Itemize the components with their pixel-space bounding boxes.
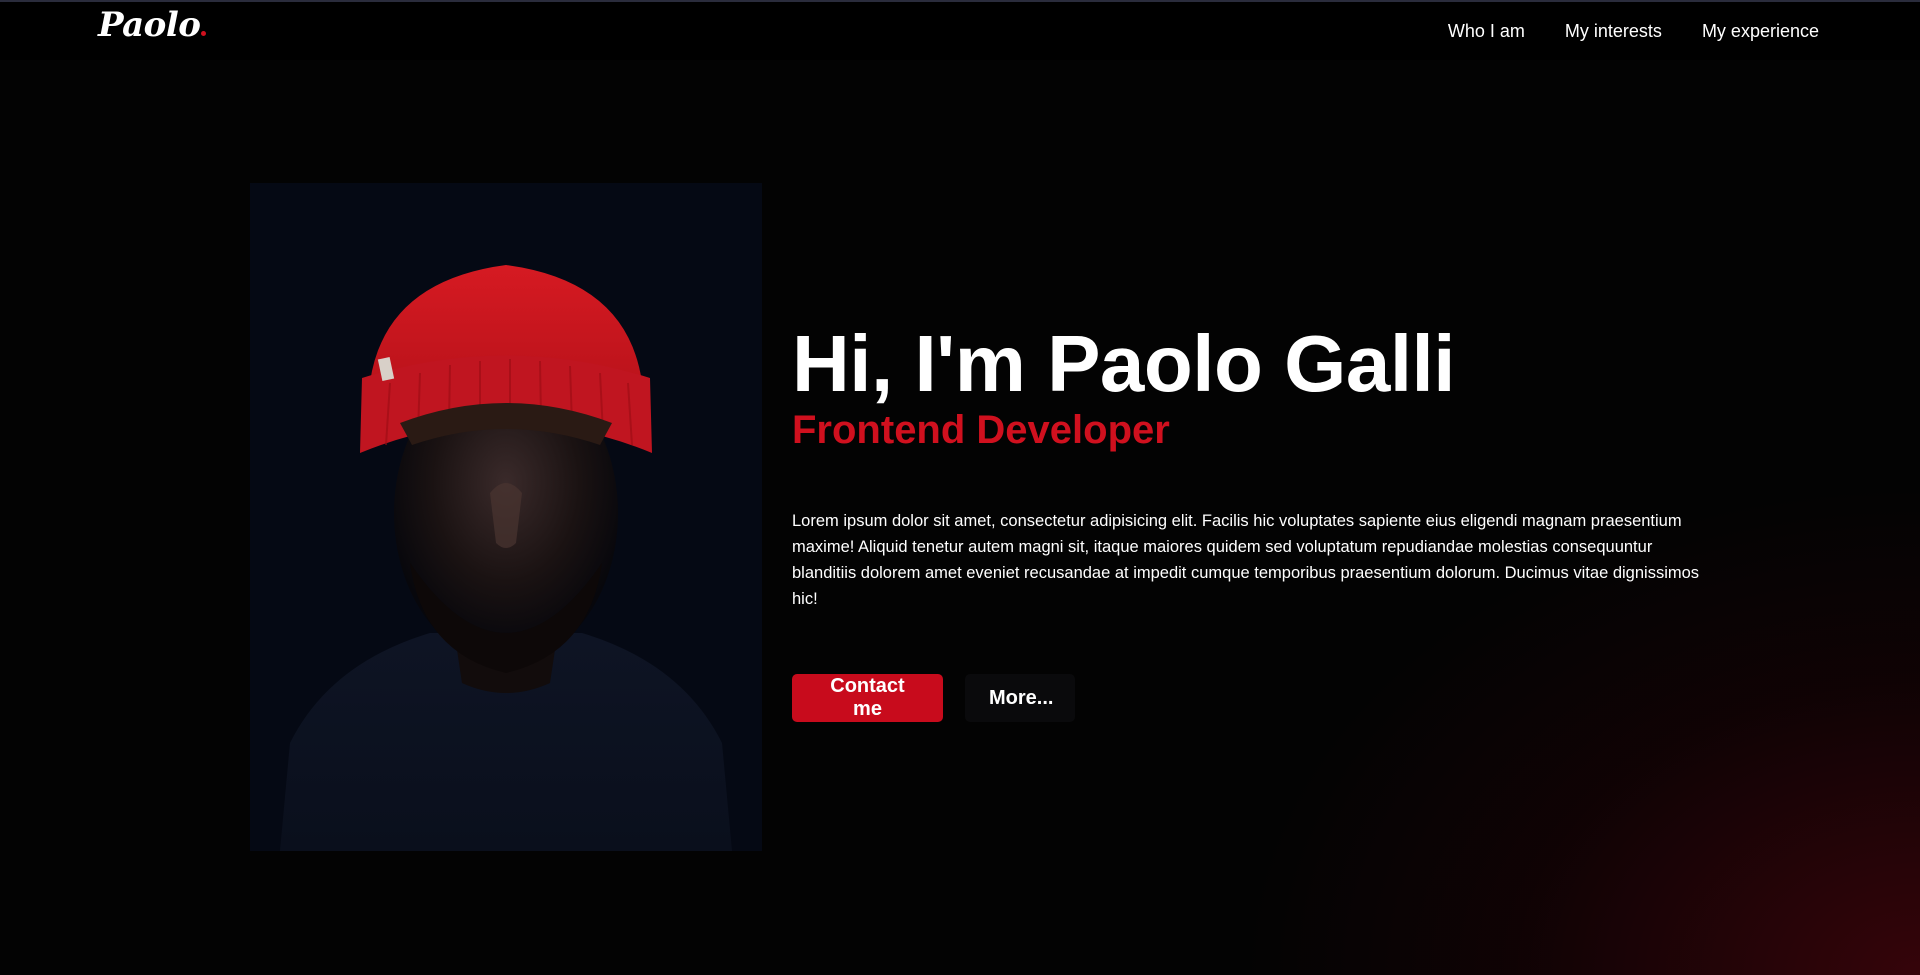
logo-dot-icon	[201, 31, 207, 36]
nav-link-who-i-am[interactable]: Who I am	[1448, 21, 1525, 42]
navbar: Paolo Who I am My interests My experienc…	[0, 2, 1920, 60]
page: Paolo Who I am My interests My experienc…	[0, 0, 1920, 975]
portrait-illustration	[250, 183, 762, 851]
site-logo[interactable]: Paolo	[98, 5, 207, 45]
hero-headline: Hi, I'm Paolo Galli	[792, 319, 1456, 408]
hero-section: Hi, I'm Paolo Galli Frontend Developer L…	[792, 316, 1712, 722]
portrait-photo	[250, 183, 762, 851]
more-button[interactable]: More...	[965, 674, 1075, 722]
hero-subheadline: Frontend Developer	[792, 408, 1170, 452]
hero-bio: Lorem ipsum dolor sit amet, consectetur …	[792, 512, 1700, 608]
nav-link-my-interests[interactable]: My interests	[1565, 21, 1662, 42]
logo-text: Paolo	[98, 5, 201, 45]
hero-actions: Contact me More...	[792, 674, 1712, 722]
contact-me-button[interactable]: Contact me	[792, 674, 943, 722]
nav-link-my-experience[interactable]: My experience	[1702, 21, 1819, 42]
nav-links: Who I am My interests My experience	[1448, 21, 1819, 42]
